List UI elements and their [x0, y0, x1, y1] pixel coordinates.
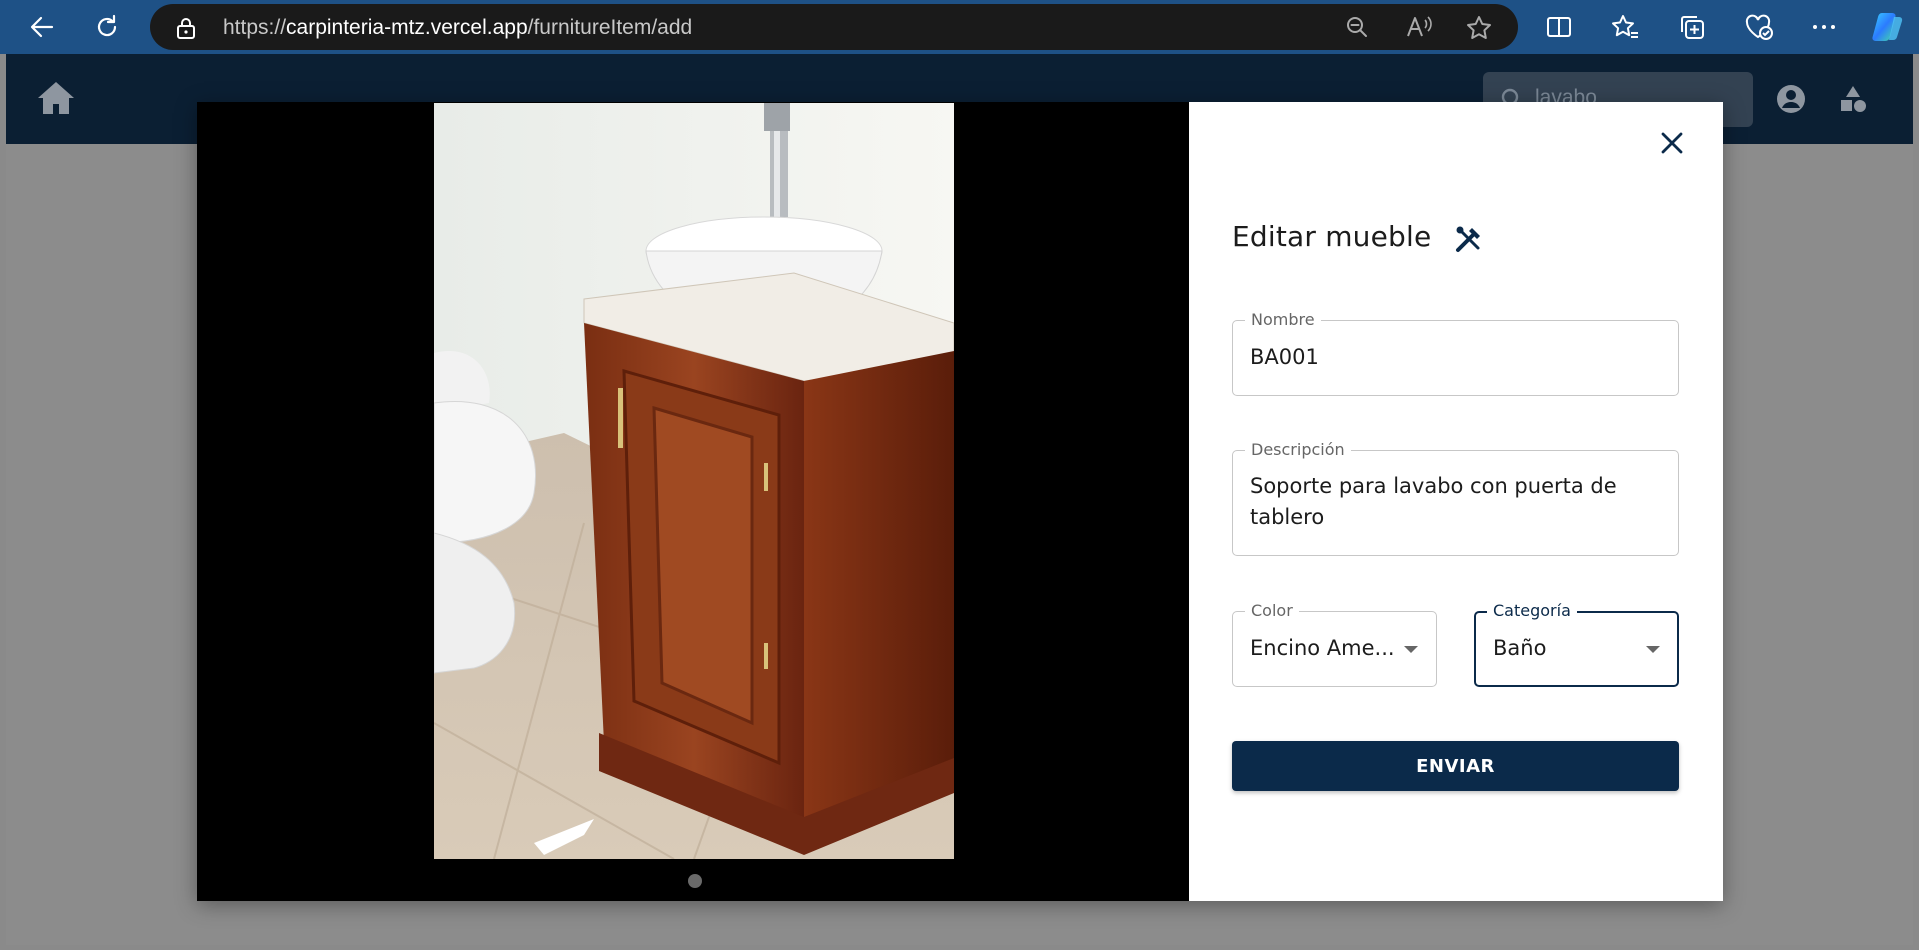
url-host: carpinteria-mtz.vercel.app	[286, 16, 528, 39]
collections-icon[interactable]	[1678, 13, 1706, 41]
descripcion-value: Soporte para lavabo con puerta de tabler…	[1250, 474, 1617, 529]
browser-toolbar: https://carpinteria-mtz.vercel.app/furni…	[0, 0, 1919, 54]
url-path: /furnitureItem/add	[527, 16, 693, 39]
descripcion-field[interactable]: Descripción Soporte para lavabo con puer…	[1232, 440, 1679, 556]
favorite-star-icon[interactable]	[1466, 15, 1491, 39]
read-aloud-icon[interactable]	[1406, 15, 1432, 39]
categories-icon[interactable]	[1838, 84, 1868, 118]
categoria-select[interactable]: Categoría Baño	[1474, 601, 1679, 687]
zoom-out-icon[interactable]	[1345, 15, 1369, 39]
color-select[interactable]: Color Encino Ame...	[1232, 601, 1437, 687]
carousel-indicator-dot[interactable]	[688, 874, 702, 888]
chevron-down-icon[interactable]	[1646, 646, 1660, 653]
chevron-down-icon[interactable]	[1404, 646, 1418, 653]
categoria-value: Baño	[1493, 636, 1547, 660]
url-text[interactable]: https://carpinteria-mtz.vercel.app/furni…	[223, 16, 692, 40]
furniture-photo	[434, 103, 954, 859]
descripcion-label: Descripción	[1245, 440, 1351, 459]
browser-essentials-icon[interactable]	[1744, 13, 1773, 41]
image-carousel	[197, 102, 1189, 901]
nombre-label: Nombre	[1245, 310, 1321, 329]
copilot-icon[interactable]	[1870, 9, 1903, 41]
account-icon[interactable]	[1776, 84, 1806, 118]
close-icon[interactable]	[1655, 126, 1689, 160]
nombre-value: BA001	[1250, 345, 1319, 369]
color-value: Encino Ame...	[1250, 636, 1395, 660]
back-icon[interactable]	[20, 5, 64, 49]
url-scheme: https://	[223, 16, 287, 39]
lock-icon[interactable]	[176, 17, 196, 43]
address-bar[interactable]: https://carpinteria-mtz.vercel.app/furni…	[150, 4, 1518, 50]
home-icon[interactable]	[36, 80, 76, 120]
modal-title: Editar mueble	[1232, 220, 1432, 253]
form-panel: Editar mueble Nombre BA001 Descripción S…	[1189, 102, 1723, 901]
edit-furniture-modal: Editar mueble Nombre BA001 Descripción S…	[197, 102, 1723, 901]
favorites-icon[interactable]	[1611, 13, 1639, 41]
nombre-field[interactable]: Nombre BA001	[1232, 310, 1679, 396]
categoria-label: Categoría	[1487, 601, 1577, 620]
submit-button[interactable]: ENVIAR	[1232, 741, 1679, 791]
split-screen-icon[interactable]	[1545, 13, 1573, 41]
tools-icon	[1454, 224, 1484, 258]
reload-icon[interactable]	[85, 5, 129, 49]
color-label: Color	[1245, 601, 1299, 620]
more-options-icon[interactable]	[1810, 13, 1838, 41]
